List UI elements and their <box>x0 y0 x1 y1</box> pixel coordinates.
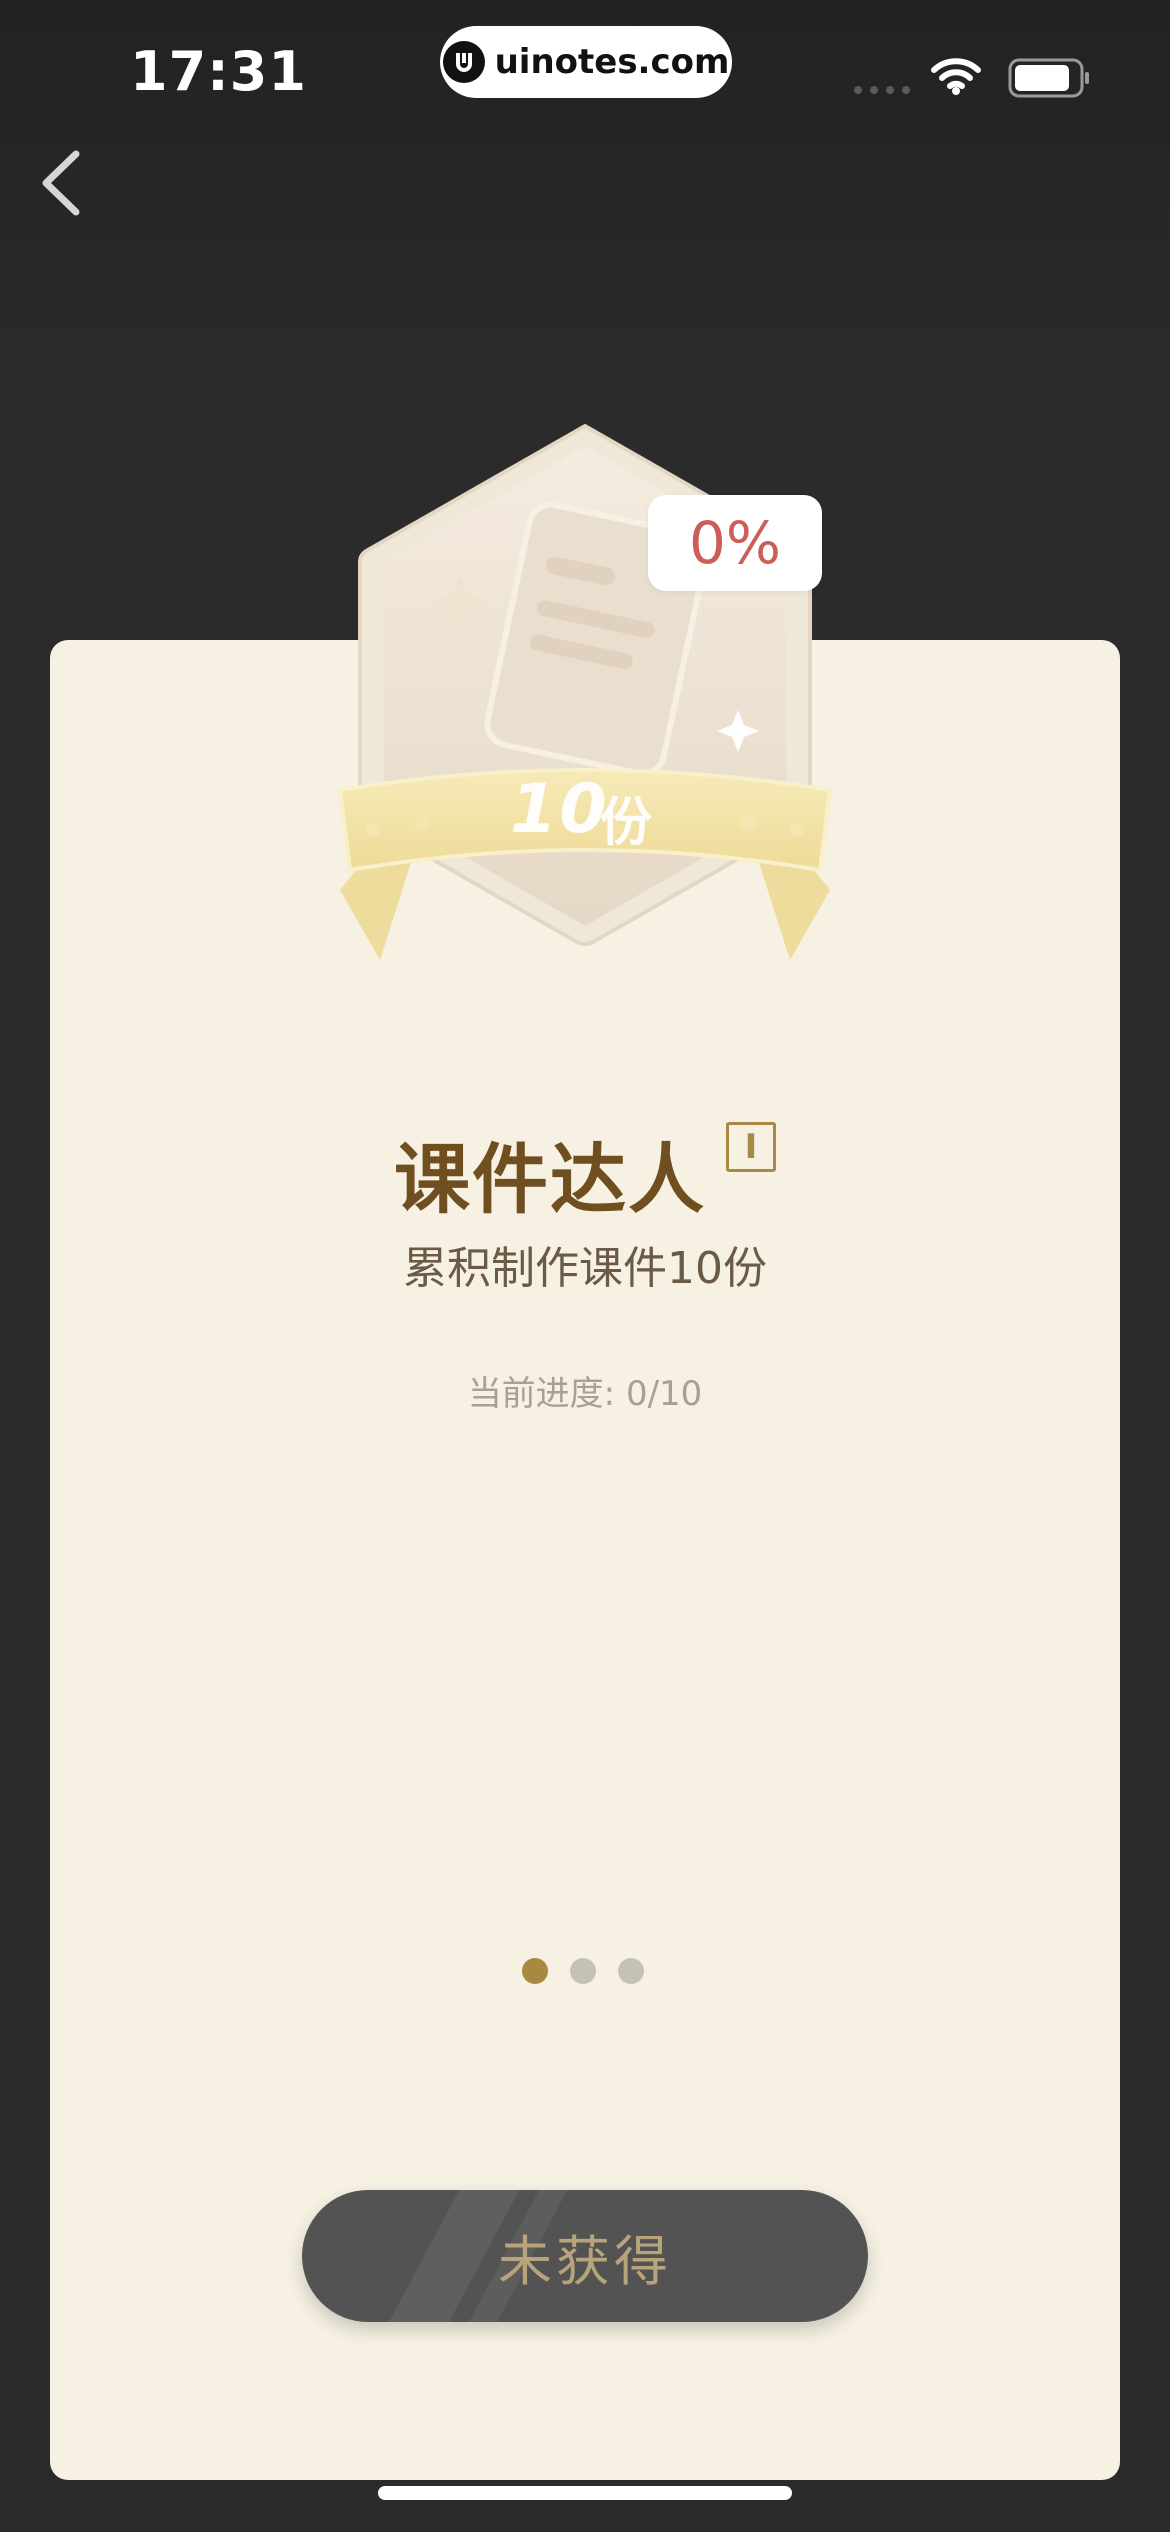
cellular-signal-icon <box>854 86 910 94</box>
back-chevron-icon[interactable] <box>34 148 94 218</box>
battery-icon <box>1008 58 1089 98</box>
badge-count-number: 10 <box>510 770 609 849</box>
page-indicator <box>522 1958 644 1984</box>
achievement-title: 课件达人 <box>394 1135 706 1224</box>
not-obtained-button[interactable]: 未获得 <box>302 2190 868 2322</box>
url-pill: uinotes.com <box>440 26 732 98</box>
uinotes-logo-icon <box>442 41 485 83</box>
achievement-description: 累积制作课件10份 <box>403 1243 767 1294</box>
level-badge: I <box>726 1122 776 1172</box>
page-dot-2[interactable] <box>570 1958 596 1984</box>
achievement-title-row: 课件达人 I <box>0 1118 1170 1228</box>
status-time: 17:31 <box>130 40 307 103</box>
not-obtained-label: 未获得 <box>498 2229 672 2293</box>
badge-count-unit: 份 <box>600 793 653 853</box>
wifi-icon <box>931 58 981 95</box>
page-dot-3[interactable] <box>618 1958 644 1984</box>
achievement-screen: 17:31 uinotes.com 10 份 0% 课件达人 I 累积制作课件1… <box>0 0 1170 2532</box>
home-indicator[interactable] <box>378 2486 792 2500</box>
progress-percent-tag: 0% <box>648 495 822 591</box>
url-text: uinotes.com <box>494 42 730 82</box>
page-dot-1[interactable] <box>522 1958 548 1984</box>
progress-text: 当前进度: 0/10 <box>467 1374 703 1414</box>
